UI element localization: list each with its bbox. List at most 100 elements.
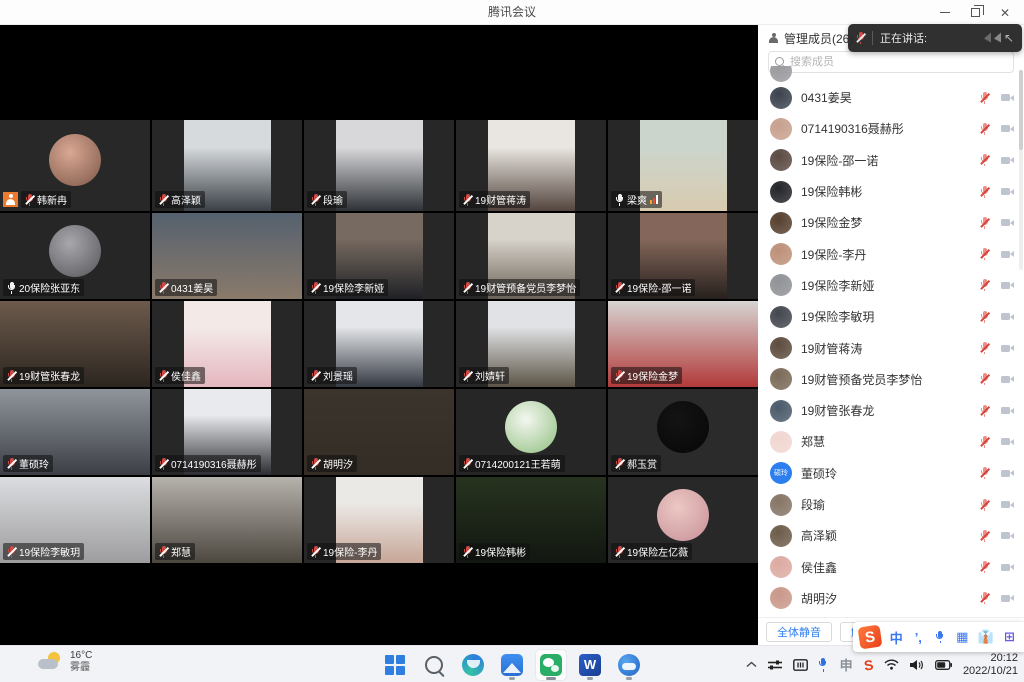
input-language-icon[interactable]: 中 [890, 628, 903, 647]
minimize-button[interactable] [930, 0, 960, 25]
scrollbar-thumb[interactable] [1019, 70, 1023, 150]
member-row[interactable]: 0431姜昊 [770, 82, 1014, 113]
close-button[interactable]: ✕ [990, 0, 1020, 25]
member-row[interactable]: 侯佳鑫 [770, 551, 1014, 582]
member-list-scrollbar[interactable] [1019, 70, 1023, 270]
member-row[interactable]: 19保险李新娅 [770, 270, 1014, 301]
video-tile[interactable]: 19保险李敏玥 [0, 477, 150, 563]
video-tile[interactable]: 郝玉赏 [608, 389, 758, 475]
video-tile[interactable]: 19财管预备党员李梦怡 [456, 213, 606, 299]
camera-off-icon[interactable] [1001, 469, 1014, 478]
video-tile[interactable]: 19财管蒋涛 [456, 120, 606, 211]
chevron-up-icon[interactable] [746, 661, 757, 668]
taskbar-app-edge[interactable] [457, 649, 489, 681]
sogou-lang-tray-icon[interactable]: 申 [840, 655, 853, 674]
video-tile[interactable]: 胡明汐 [304, 389, 454, 475]
muted-mic-icon[interactable] [980, 248, 989, 260]
camera-off-icon[interactable] [1001, 312, 1014, 321]
video-tile[interactable]: 19财管张春龙 [0, 301, 150, 387]
muted-mic-icon[interactable] [980, 530, 989, 542]
video-tile[interactable]: 0714190316聂赫彤 [152, 389, 302, 475]
sliders-icon[interactable] [768, 659, 782, 671]
restore-window-icon[interactable]: ↖ [1004, 32, 1014, 44]
member-row[interactable]: 段瑜 [770, 489, 1014, 520]
taskbar-app-word[interactable]: W [574, 649, 606, 681]
tablet-icon[interactable] [793, 659, 808, 671]
video-tile[interactable]: 0714200121王若萌 [456, 389, 606, 475]
member-row[interactable]: 高泽颖 [770, 520, 1014, 551]
camera-off-icon[interactable] [1001, 124, 1014, 133]
muted-mic-icon[interactable] [980, 311, 989, 323]
member-row[interactable]: 19财管蒋涛 [770, 332, 1014, 363]
mute-all-button[interactable]: 全体静音 [766, 622, 832, 642]
video-tile[interactable]: 郑慧 [152, 477, 302, 563]
muted-mic-icon[interactable] [856, 32, 865, 44]
camera-off-icon[interactable] [1001, 375, 1014, 384]
taskbar-clock[interactable]: 20:12 2022/10/21 [963, 652, 1018, 678]
member-row[interactable]: 19保险-李丹 [770, 238, 1014, 269]
video-tile[interactable]: 19保险-邵一诺 [608, 213, 758, 299]
taskbar-app-start[interactable] [379, 649, 411, 681]
muted-mic-icon[interactable] [980, 217, 989, 229]
video-tile[interactable]: 董硕玲 [0, 389, 150, 475]
camera-off-icon[interactable] [1001, 437, 1014, 446]
muted-mic-icon[interactable] [980, 154, 989, 166]
muted-mic-icon[interactable] [980, 592, 989, 604]
volume-icon[interactable] [910, 659, 924, 671]
video-tile[interactable]: 20保险张亚东 [0, 213, 150, 299]
muted-mic-icon[interactable] [980, 123, 989, 135]
camera-off-icon[interactable] [1001, 187, 1014, 196]
camera-off-icon[interactable] [1001, 281, 1014, 290]
camera-off-icon[interactable] [1001, 156, 1014, 165]
video-tile[interactable]: 侯佳鑫 [152, 301, 302, 387]
toolbox-grid-icon[interactable]: ⊞ [1003, 629, 1016, 645]
sogou-s-tray-icon[interactable]: S [863, 656, 874, 673]
voice-input-icon[interactable] [934, 631, 947, 643]
video-tile[interactable]: 高泽颖 [152, 120, 302, 211]
member-row[interactable] [770, 66, 1014, 82]
video-tile[interactable]: 梁爽 [608, 120, 758, 211]
muted-mic-icon[interactable] [980, 186, 989, 198]
taskbar-app-search[interactable] [418, 649, 450, 681]
taskbar-app-wechat[interactable] [535, 649, 567, 681]
member-row[interactable]: 19财管张春龙 [770, 395, 1014, 426]
muted-mic-icon[interactable] [980, 342, 989, 354]
camera-off-icon[interactable] [1001, 594, 1014, 603]
camera-off-icon[interactable] [1001, 563, 1014, 572]
member-row[interactable]: 19保险李敏玥 [770, 301, 1014, 332]
member-row[interactable]: 0714190316聂赫彤 [770, 113, 1014, 144]
camera-off-icon[interactable] [1001, 218, 1014, 227]
video-tile[interactable]: 韩新冉 [0, 120, 150, 211]
member-row[interactable]: 19保险韩彬 [770, 176, 1014, 207]
video-tile[interactable]: 刘婧轩 [456, 301, 606, 387]
tray-mic-icon[interactable] [819, 658, 829, 672]
video-tile[interactable]: 19保险金梦 [608, 301, 758, 387]
video-tile[interactable]: 0431姜昊 [152, 213, 302, 299]
member-row[interactable]: 19保险-邵一诺 [770, 145, 1014, 176]
muted-mic-icon[interactable] [980, 436, 989, 448]
member-row[interactable]: 胡明汐 [770, 583, 1014, 614]
battery-icon[interactable] [935, 660, 952, 670]
muted-mic-icon[interactable] [980, 373, 989, 385]
muted-mic-icon[interactable] [980, 499, 989, 511]
member-row[interactable]: 硕玲董硕玲 [770, 458, 1014, 489]
muted-mic-icon[interactable] [980, 405, 989, 417]
skin-icon[interactable]: 👔 [978, 629, 994, 645]
camera-off-icon[interactable] [1001, 250, 1014, 259]
video-tile[interactable]: 19保险李新娅 [304, 213, 454, 299]
video-tile[interactable]: 19保险韩彬 [456, 477, 606, 563]
video-tile[interactable]: 19保险左亿薇 [608, 477, 758, 563]
camera-off-icon[interactable] [1001, 406, 1014, 415]
member-row[interactable]: 19保险金梦 [770, 207, 1014, 238]
camera-off-icon[interactable] [1001, 500, 1014, 509]
taskbar-app-photos[interactable] [496, 649, 528, 681]
video-tile[interactable]: 段瑜 [304, 120, 454, 211]
member-row[interactable]: 19财管预备党员李梦怡 [770, 364, 1014, 395]
camera-off-icon[interactable] [1001, 344, 1014, 353]
sogou-logo-icon[interactable]: S [857, 625, 882, 650]
taskbar-weather-widget[interactable]: 16°C 雾霾 [38, 650, 92, 674]
wifi-icon[interactable] [884, 659, 899, 670]
taskbar-app-browser[interactable] [613, 649, 645, 681]
member-row[interactable]: 郑慧 [770, 426, 1014, 457]
keyboard-icon[interactable]: ▦ [956, 629, 969, 645]
